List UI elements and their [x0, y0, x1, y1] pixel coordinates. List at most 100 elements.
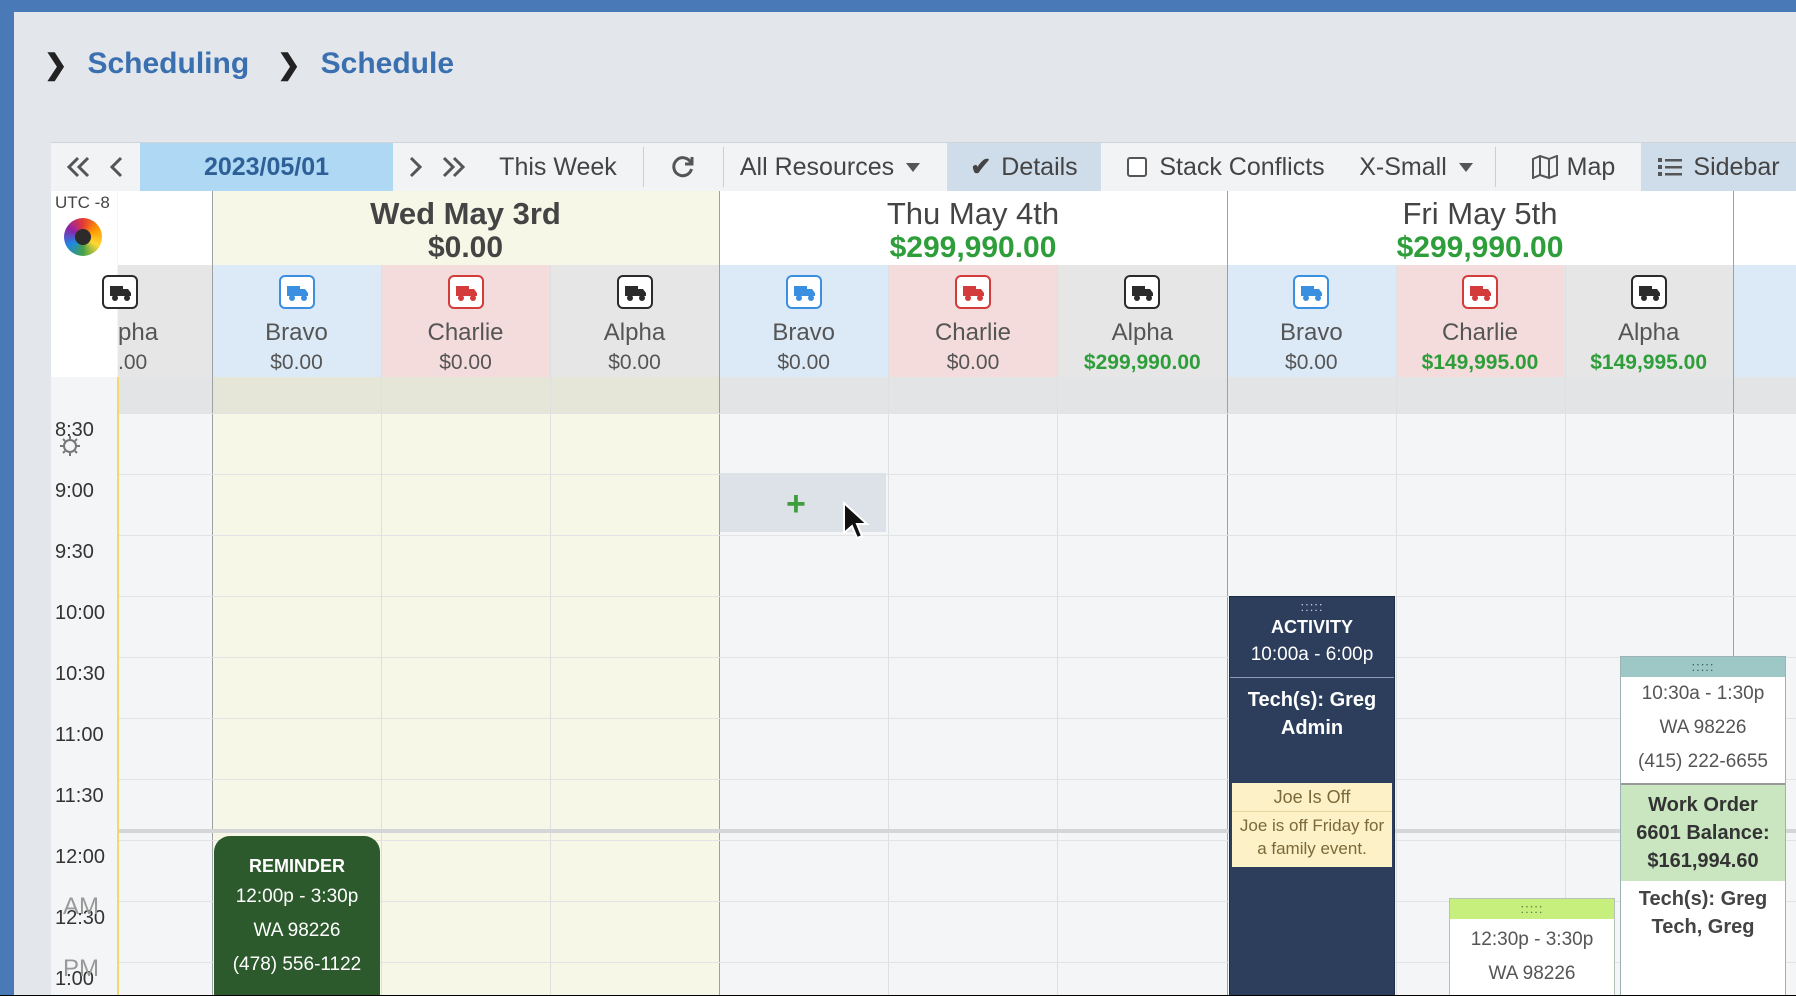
refresh-icon	[672, 156, 694, 178]
resource-header-alpha[interactable]: Alpha $0.00	[550, 265, 719, 377]
resource-value: $299,990.00	[1083, 351, 1201, 374]
double-chevron-left-icon	[66, 156, 90, 178]
row-divider	[51, 779, 1796, 780]
all-resources-dropdown[interactable]: All Resources	[734, 143, 926, 191]
timezone-label: UTC -8	[55, 193, 110, 212]
day-divider	[719, 191, 720, 996]
truck-icon	[102, 275, 138, 309]
resource-name: Alpha	[603, 319, 666, 346]
note-text: Joe is off Friday for a family event.	[1239, 816, 1385, 858]
caret-down-icon	[906, 162, 921, 172]
double-chevron-right-icon	[442, 156, 466, 178]
resource-header-charlie[interactable]: Charlie $0.00	[888, 265, 1058, 377]
reminder-event[interactable]: REMINDER 12:00p - 3:30p WA 98226 (478) 5…	[214, 836, 380, 996]
am-label: AM	[63, 893, 99, 920]
top-bar	[0, 0, 1796, 12]
next-day-button[interactable]	[397, 143, 433, 191]
resource-header-bravo[interactable]: Bravo $0.00	[212, 265, 381, 377]
row-divider	[51, 413, 1796, 414]
sidebar-label: Sidebar	[1693, 152, 1780, 181]
column-divider	[1565, 265, 1566, 996]
drag-handle-icon[interactable]: :::::	[1621, 657, 1785, 677]
work-order-balance: Work Order 6601 Balance: $161,994.60	[1621, 785, 1785, 881]
truck-icon	[954, 275, 991, 309]
details-toggle[interactable]: ✔ Details	[947, 143, 1101, 191]
event-time: 12:00p - 3:30p	[235, 886, 359, 907]
chevron-right-icon	[409, 156, 423, 178]
resource-value: $0.00	[1285, 351, 1338, 374]
caret-down-icon	[1458, 162, 1473, 172]
note-card[interactable]: Joe Is Off Joe is off Friday for a famil…	[1232, 783, 1392, 867]
truck-icon	[1630, 275, 1667, 309]
schedule-toolbar: 2023/05/01 This Week All Resources ✔ Deta…	[51, 142, 1796, 192]
time-label: 9:30	[55, 541, 94, 563]
map-icon	[1531, 155, 1558, 179]
resource-header-alpha[interactable]: Alpha $149,995.00	[1564, 265, 1733, 377]
resource-value: $0.00	[439, 351, 492, 374]
list-icon	[1658, 158, 1683, 176]
alpha-job-event[interactable]: ::::: 10:30a - 1:30p WA 98226 (415) 222-…	[1620, 656, 1786, 996]
activity-event[interactable]: ::::: ACTIVITY 10:00a - 6:00p Tech(s): G…	[1229, 596, 1395, 996]
schedule-grid: UTC -8 pha .00 Wed May 3rd $0.00 Thu May…	[51, 191, 1796, 996]
day-header-fri[interactable]: Fri May 5th $299,990.00	[1227, 191, 1733, 265]
chevron-left-icon	[109, 156, 123, 178]
time-label: 10:30	[55, 663, 106, 685]
time-column: 8:30 9:00 9:30 10:00 10:30 11:00 11:30 12:00 12:…	[51, 377, 117, 996]
resource-value: $0.00	[270, 351, 323, 374]
day-header-wed[interactable]: Wed May 3rd $0.00	[212, 191, 719, 265]
sidebar-button[interactable]: Sidebar	[1641, 143, 1796, 191]
event-techs: Tech(s): Greg Tech, Greg	[1638, 888, 1768, 938]
truck-icon	[785, 275, 822, 309]
size-dropdown[interactable]: X-Small	[1351, 143, 1481, 191]
map-button[interactable]: Map	[1505, 143, 1641, 191]
this-week-button[interactable]: This Week	[483, 143, 633, 191]
charlie-job-event[interactable]: ::::: 12:30p - 3:30p WA 98226	[1449, 898, 1615, 996]
truck-icon	[447, 275, 484, 309]
resource-name: Alpha	[1111, 319, 1174, 346]
next-week-button[interactable]	[433, 143, 473, 191]
resource-header-bravo[interactable]: Bravo $0.00	[1227, 265, 1396, 377]
resource-header-charlie[interactable]: Charlie $149,995.00	[1395, 265, 1565, 377]
day-divider	[212, 191, 213, 996]
time-label: 11:00	[55, 724, 104, 746]
row-divider	[51, 596, 1796, 597]
color-wheel-icon[interactable]	[64, 218, 102, 256]
resource-header-alpha[interactable]: Alpha $299,990.00	[1057, 265, 1227, 377]
day-name: Wed May 3rd	[370, 196, 561, 231]
truck-icon	[1461, 275, 1498, 309]
all-day-row-wed[interactable]	[212, 377, 719, 413]
chevron-right-icon: ❯	[44, 48, 68, 80]
resource-name: pha	[118, 319, 159, 346]
stack-conflicts-checkbox[interactable]: Stack Conflicts	[1116, 143, 1336, 191]
resource-name: Charlie	[934, 319, 1011, 346]
time-label: 11:30	[55, 785, 104, 807]
resource-value: $0.00	[946, 351, 1000, 374]
event-techs: Tech(s): Greg Admin	[1247, 689, 1377, 739]
truck-icon	[1293, 275, 1330, 309]
mouse-cursor-icon	[843, 501, 870, 540]
prev-week-button[interactable]	[59, 143, 99, 191]
refresh-button[interactable]	[653, 143, 713, 191]
row-divider	[51, 474, 1796, 475]
event-zip: WA 98226	[253, 920, 341, 941]
prev-resource-header: pha .00	[102, 265, 212, 377]
day-header-thu[interactable]: Thu May 4th $299,990.00	[719, 191, 1227, 265]
drag-handle-icon[interactable]: :::::	[1230, 597, 1394, 615]
breadcrumb: ❯ Scheduling ❯ Schedule	[44, 44, 482, 84]
resource-name: Alpha	[1617, 319, 1680, 346]
breadcrumb-schedule[interactable]: Schedule	[321, 47, 454, 81]
next-day-header	[1733, 191, 1796, 265]
date-picker[interactable]: 2023/05/01	[140, 143, 393, 191]
day-name: Thu May 4th	[886, 196, 1060, 231]
prev-day-button[interactable]	[99, 143, 135, 191]
stack-conflicts-label: Stack Conflicts	[1159, 152, 1325, 181]
resource-header-bravo[interactable]: Bravo $0.00	[719, 265, 889, 377]
resource-value: $0.00	[608, 351, 661, 374]
breadcrumb-scheduling[interactable]: Scheduling	[87, 47, 249, 81]
drag-handle-icon[interactable]: :::::	[1450, 899, 1614, 919]
resource-header-charlie[interactable]: Charlie $0.00	[381, 265, 550, 377]
event-zip: WA 98226	[1659, 717, 1747, 738]
divider	[1230, 677, 1394, 678]
resource-name: Bravo	[772, 319, 836, 346]
next-resource-header	[1733, 265, 1796, 377]
